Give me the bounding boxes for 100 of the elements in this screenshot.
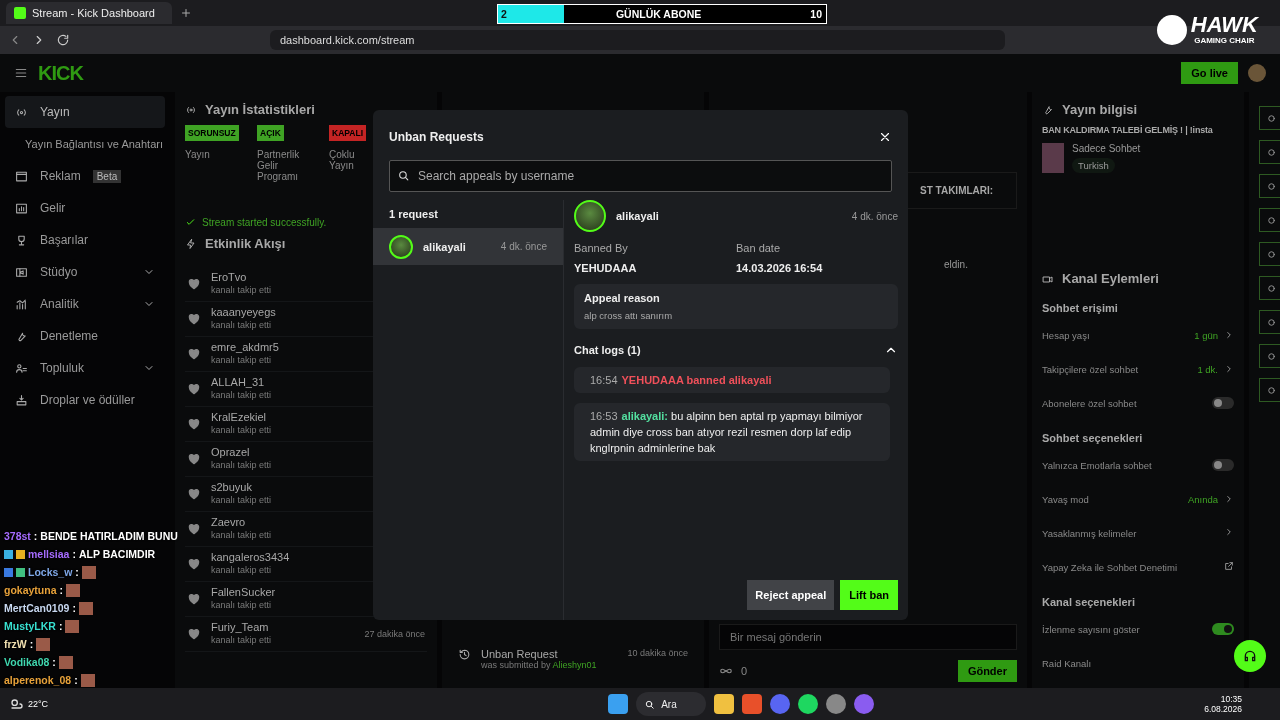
gift-drop-icon: [15, 393, 28, 407]
browser-app-icon[interactable]: [742, 694, 763, 714]
status-label: Partnerlik Gelir Programı: [257, 149, 301, 182]
event-description: kanalı takip etti: [211, 529, 272, 542]
chevron-right-icon: [1224, 527, 1234, 537]
heart-icon: [187, 277, 201, 291]
request-item[interactable]: alikayali 4 dk. önce: [373, 228, 563, 265]
start-button[interactable]: [608, 694, 629, 714]
follower-name: ALLAH_31: [211, 376, 266, 389]
setting-label: Yavaş mod: [1042, 493, 1089, 505]
toggle-switch[interactable]: [1212, 623, 1234, 635]
close-button[interactable]: [878, 130, 892, 144]
beta-badge: Beta: [92, 169, 122, 183]
chevron-right-icon: [1224, 494, 1234, 504]
chat-username: Locks_w: [28, 566, 73, 578]
stream-title: BAN KALDIRMA TALEBİ GELMİŞ ! | !insta: [1042, 125, 1214, 135]
language-tag: Turkish: [1072, 158, 1115, 173]
chat-separator: :: [75, 566, 79, 578]
setting-label: Abonelere özel sohbet: [1042, 397, 1137, 409]
search-field[interactable]: Search appeals by username: [389, 160, 892, 192]
temperature: 22°C: [28, 699, 49, 709]
chevron-right-icon: [1224, 330, 1234, 340]
folder-app-icon[interactable]: [714, 694, 735, 714]
reject-appeal-button[interactable]: Reject appeal: [747, 580, 835, 610]
search-icon: [644, 698, 656, 710]
category-thumbnail: [1042, 143, 1064, 173]
sidebar-item[interactable]: Droplar ve ödüller: [5, 384, 165, 416]
lift-ban-button[interactable]: Lift ban: [840, 580, 898, 610]
send-button[interactable]: Gönder: [957, 660, 1017, 682]
sidebar-item[interactable]: Stüdyo: [5, 256, 165, 288]
follower-name: EroTvo: [211, 271, 248, 284]
log-description: was submitted by Alieshyn01: [481, 660, 597, 670]
reload-icon: [56, 33, 70, 47]
username: alikayali: [616, 210, 659, 222]
panel-title: Kanal Eylemleri: [1062, 271, 1159, 286]
sidebar-item[interactable]: Yayın Bağlantısı ve Anahtarı: [5, 128, 165, 160]
toggle-switch[interactable]: [1212, 397, 1234, 409]
heart-icon: [187, 312, 201, 326]
log-time: 10 dakika önce: [627, 648, 688, 658]
address-bar[interactable]: dashboard.kick.com/stream: [270, 30, 1005, 50]
new-tab-icon: [180, 7, 192, 19]
setting-value: Anında: [1187, 493, 1218, 505]
points-count: 0: [741, 665, 748, 677]
analytics-icon: [15, 297, 28, 311]
browser-tab[interactable]: Stream - Kick Dashboard: [6, 2, 172, 24]
follower-name: KralEzekiel: [211, 411, 268, 424]
search-icon: [397, 169, 410, 182]
chat-username: Vodika08: [4, 656, 50, 668]
appeal-reason-text: alp cross attı sanırım: [584, 310, 674, 321]
go-live-button[interactable]: Go live: [1181, 62, 1238, 84]
app-icon[interactable]: [854, 694, 875, 714]
heart-icon: [187, 452, 201, 466]
chat-message: ALP BACIMDIR: [78, 548, 156, 560]
event-time: 27 dakika önce: [364, 627, 425, 641]
chat-input[interactable]: Bir mesaj gönderin: [719, 624, 1017, 650]
field-label: Banned By: [574, 242, 629, 254]
taskbar-search[interactable]: Ara: [636, 692, 707, 716]
event-description: kanalı takip etti: [211, 494, 272, 507]
sidebar-item[interactable]: Başarılar: [5, 224, 165, 256]
system-message: eldin.: [944, 259, 968, 270]
bar-chart-icon: [15, 201, 28, 215]
status-badge: KAPALI: [329, 125, 366, 141]
follower-name: Zaevro: [211, 516, 247, 529]
music-app-icon[interactable]: [798, 694, 819, 714]
user-avatar[interactable]: [1248, 64, 1266, 82]
setting-value: 1 dk.: [1197, 363, 1218, 375]
chat-username: MertCan0109: [4, 602, 70, 614]
setting-label: Yapay Zeka ile Sohbet Denetimi: [1042, 561, 1177, 573]
panel-title: Yayın bilgisi: [1062, 102, 1138, 117]
chat-logs-toggle[interactable]: Chat logs (1): [574, 343, 898, 357]
sidebar-item[interactable]: Reklam Beta: [5, 160, 165, 192]
sidebar-item[interactable]: Denetleme: [5, 320, 165, 352]
sidebar-item[interactable]: Gelir: [5, 192, 165, 224]
request-time: 4 dk. önce: [851, 210, 898, 222]
follower-name: Oprazel: [211, 446, 251, 459]
close-icon: [878, 130, 892, 144]
sidebar-item[interactable]: Analitik: [5, 288, 165, 320]
sidebar-item[interactable]: Yayın: [5, 96, 165, 128]
external-link-icon: [1224, 561, 1234, 571]
chevron-right-icon: [1224, 364, 1234, 374]
dialog-title: Unban Requests: [389, 130, 484, 144]
heart-icon: [187, 417, 201, 431]
chat-username: alperenok_08: [4, 674, 72, 686]
chat-separator: :: [59, 584, 63, 596]
setting-label: İzlenme sayısını göster: [1042, 623, 1140, 635]
section-heading: Sohbet erişimi: [1042, 302, 1119, 314]
sidebar-item[interactable]: Topluluk: [5, 352, 165, 384]
event-description: kanalı takip etti: [211, 354, 273, 367]
event-description: kanalı takip etti: [211, 599, 273, 612]
status-badge: SORUNSUZ: [185, 125, 239, 141]
follower-name: s2buyuk: [211, 481, 253, 494]
chat-username: mellsiaa: [28, 548, 70, 560]
trophy-icon: [15, 233, 28, 247]
follower-name: Furiy_Team: [211, 621, 270, 634]
avatar: [574, 200, 606, 232]
kick-logo[interactable]: KICK: [38, 61, 83, 85]
toggle-switch[interactable]: [1212, 459, 1234, 471]
app-icon[interactable]: [826, 694, 847, 714]
chat-app-icon[interactable]: [770, 694, 791, 714]
people-icon: [15, 361, 28, 375]
